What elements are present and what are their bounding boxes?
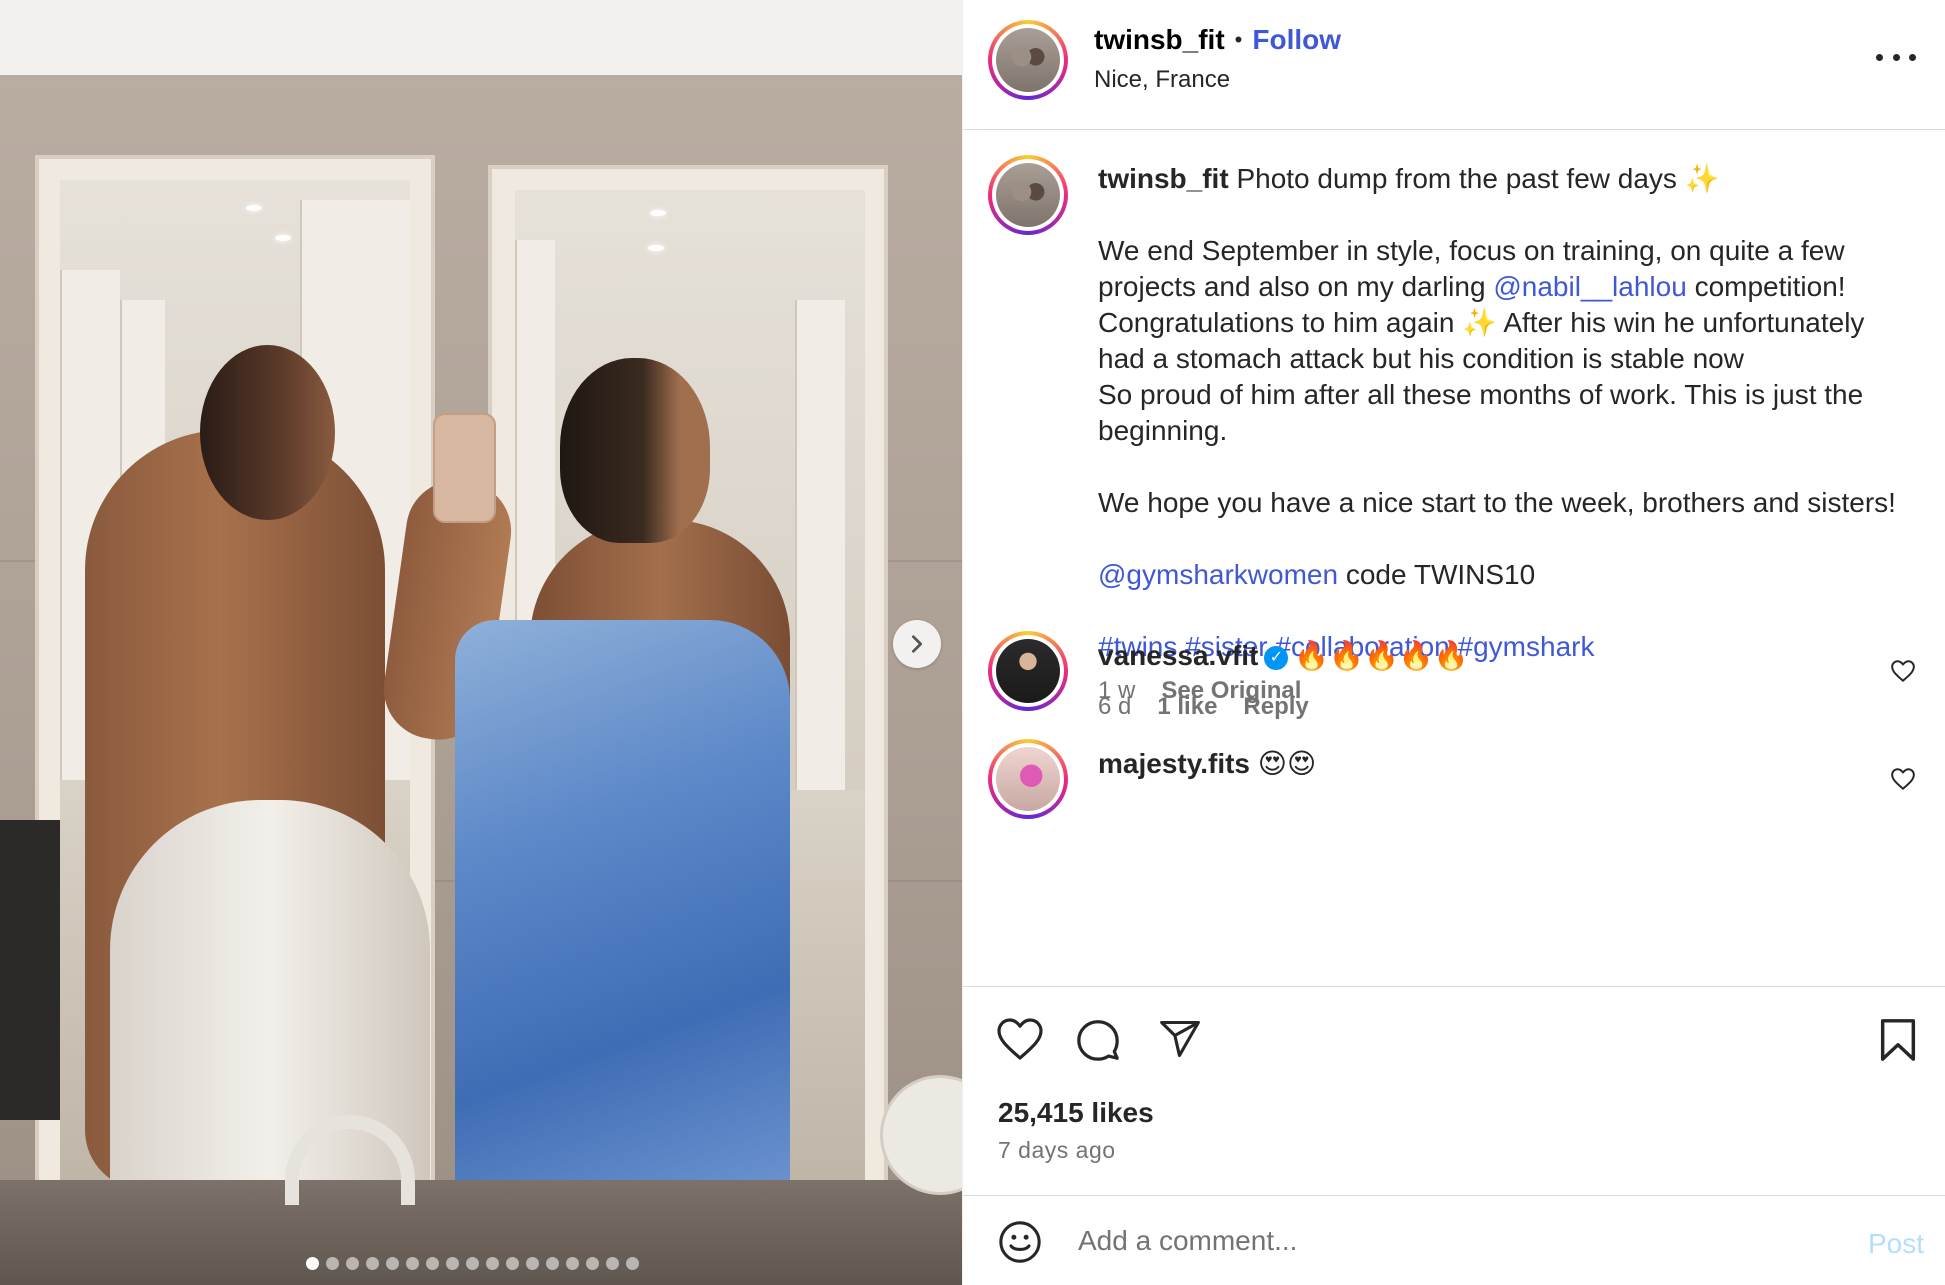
comment-meta: 6 d 1 like Reply <box>1098 693 1309 721</box>
mention-link[interactable]: @gymsharkwomen <box>1098 559 1338 590</box>
comment-time[interactable]: 6 d <box>1098 693 1131 721</box>
person-left-head <box>200 345 335 520</box>
comment-avatar-image <box>996 747 1060 811</box>
verified-badge-icon: ✓ <box>1264 645 1289 670</box>
next-slide-button[interactable] <box>893 620 941 668</box>
slide-indicator <box>306 1257 639 1270</box>
comment-like-heart-icon[interactable] <box>1890 659 1916 683</box>
slide-dot <box>606 1257 619 1270</box>
ceiling-light <box>648 245 664 251</box>
post-actions: 25,415 likes 7 days ago <box>963 986 1945 1195</box>
post-location[interactable]: Nice, France <box>1094 66 1230 94</box>
slide-dot <box>626 1257 639 1270</box>
more-options-icon-dot <box>1909 53 1916 61</box>
comment-avatar[interactable] <box>988 739 1068 819</box>
more-options-icon-dot <box>1892 53 1900 61</box>
door-right-2 <box>795 300 845 800</box>
post-panel: twinsb_fit • Follow Nice, France twinsb_… <box>962 0 1945 1285</box>
caption-text: So proud of him after all these months o… <box>1098 379 1864 446</box>
sparkle-emoji: ✨ <box>1684 163 1720 194</box>
slide-dot <box>346 1257 359 1270</box>
emoji-smile-icon[interactable] <box>997 1219 1043 1265</box>
caption-text: We hope you have a nice start to the wee… <box>1098 487 1896 518</box>
follow-button[interactable]: Follow <box>1252 24 1341 56</box>
hashtag-link[interactable]: #gymshark <box>1458 631 1595 662</box>
reply-button[interactable]: Reply <box>1243 693 1308 721</box>
comment-username[interactable]: vanessa.vfit <box>1098 640 1258 671</box>
slide-dot <box>306 1257 319 1270</box>
post-header: twinsb_fit • Follow Nice, France <box>963 0 1945 130</box>
author-username[interactable]: twinsb_fit <box>1094 24 1225 56</box>
wall-top <box>0 0 962 75</box>
author-avatar-image <box>996 28 1060 92</box>
slide-dot <box>426 1257 439 1270</box>
slide-dot <box>466 1257 479 1270</box>
slide-dot <box>446 1257 459 1270</box>
comment-like-heart-icon[interactable] <box>1890 767 1916 791</box>
comment-username[interactable]: majesty.fits <box>1098 748 1250 779</box>
likes-count[interactable]: 25,415 likes <box>998 1097 1154 1129</box>
person-right-head <box>560 358 710 543</box>
slide-dot <box>406 1257 419 1270</box>
caption-avatar-image <box>996 163 1060 227</box>
chevron-right-icon <box>911 635 923 653</box>
caption-line1: Photo dump from the past few days <box>1236 163 1677 194</box>
post-comment-button[interactable]: Post <box>1868 1228 1924 1260</box>
caption-username[interactable]: twinsb_fit <box>1098 163 1229 194</box>
mention-link[interactable]: @nabil__lahlou <box>1493 271 1686 302</box>
comments-scroll[interactable]: twinsb_fit Photo dump from the past few … <box>963 131 1945 986</box>
author-avatar[interactable] <box>988 20 1068 100</box>
paper-plane-icon[interactable] <box>1157 1017 1203 1061</box>
add-comment-input[interactable] <box>1078 1216 1818 1266</box>
bookmark-icon[interactable] <box>1878 1017 1918 1063</box>
more-options-icon <box>1876 53 1883 61</box>
comment-text: vanessa.vfit ✓ 🔥🔥🔥🔥🔥 <box>1098 639 1469 672</box>
add-comment-bar: Post <box>963 1195 1945 1285</box>
comment-body: 🔥🔥🔥🔥🔥 <box>1294 640 1469 671</box>
caption-avatar[interactable] <box>988 155 1068 235</box>
slide-dot <box>566 1257 579 1270</box>
trash-bin <box>0 820 60 1120</box>
comment-likes[interactable]: 1 like <box>1157 693 1217 721</box>
phone <box>433 413 496 523</box>
more-options-button[interactable] <box>1876 42 1916 72</box>
comment-avatar-image <box>996 639 1060 703</box>
slide-dot <box>326 1257 339 1270</box>
slide-dot <box>486 1257 499 1270</box>
person-right-dress <box>455 620 790 1190</box>
caption: twinsb_fit Photo dump from the past few … <box>1098 161 1918 709</box>
slide-dot <box>506 1257 519 1270</box>
slide-dot <box>386 1257 399 1270</box>
post-age[interactable]: 7 days ago <box>998 1137 1116 1164</box>
slide-dot <box>366 1257 379 1270</box>
slide-dot <box>526 1257 539 1270</box>
comment-text: majesty.fits 😍😍 <box>1098 747 1316 780</box>
comment-bubble-icon[interactable] <box>1075 1017 1121 1063</box>
ceiling-light <box>650 210 666 216</box>
comment-body: 😍😍 <box>1257 748 1317 779</box>
post-media[interactable] <box>0 0 962 1285</box>
slide-dot <box>546 1257 559 1270</box>
heart-icon[interactable] <box>996 1017 1044 1061</box>
ceiling-light <box>246 205 262 211</box>
sparkle-emoji: ✨ <box>1462 307 1498 338</box>
ceiling-light <box>275 235 291 241</box>
comment-avatar[interactable] <box>988 631 1068 711</box>
caption-code: code TWINS10 <box>1345 559 1536 590</box>
separator: • <box>1234 27 1243 52</box>
slide-dot <box>586 1257 599 1270</box>
